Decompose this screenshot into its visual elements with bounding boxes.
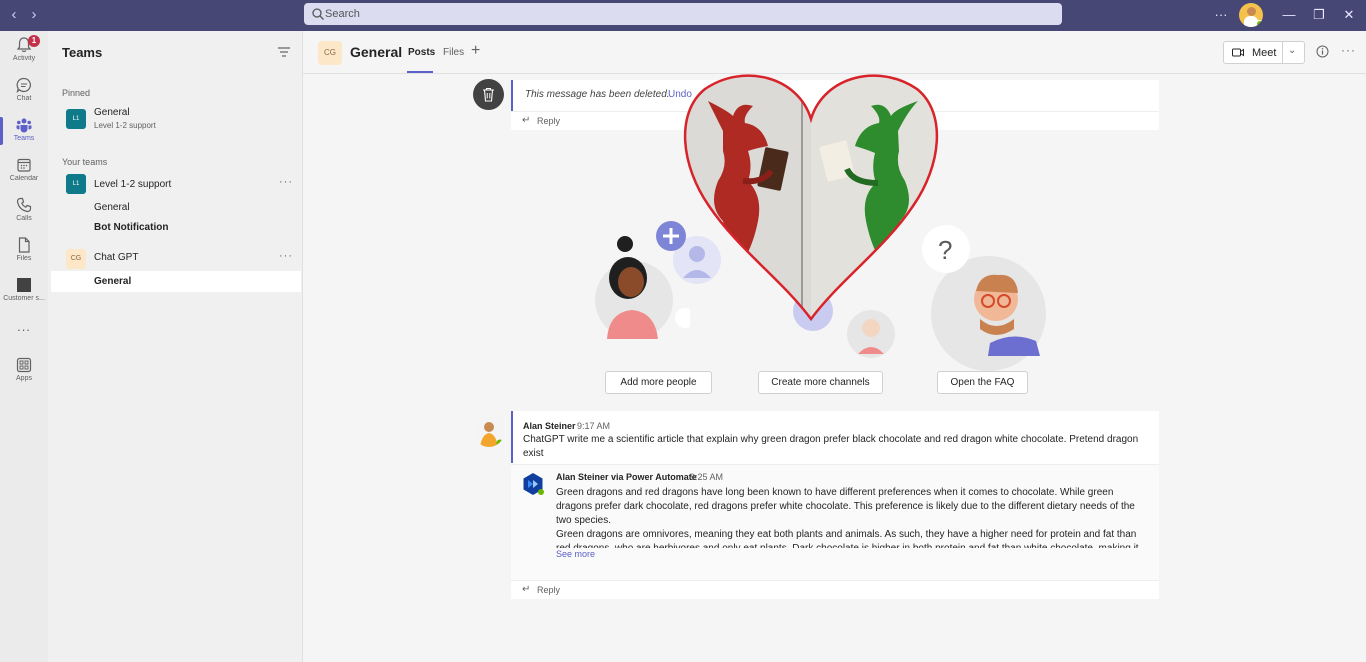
apps-icon [16, 357, 32, 373]
profile-avatar[interactable] [1239, 3, 1263, 27]
rail-label: Customer s... [3, 295, 45, 302]
more-icon: ... [17, 319, 31, 334]
rail-item-files[interactable]: Files [0, 233, 48, 271]
rail-label: Files [16, 255, 32, 262]
post-time: 9:17 AM [577, 421, 611, 431]
restore-button[interactable]: ❐ [1310, 6, 1328, 24]
deleted-message-text: This message has been deleted. [525, 89, 670, 100]
channel-general[interactable]: General [94, 202, 130, 213]
teams-sidebar: Teams Pinned L1 General Level 1-2 suppor… [48, 31, 303, 662]
channel-team-tile: CG [318, 41, 342, 65]
rail-label: Calls [16, 215, 32, 222]
team-tile: L1 [66, 109, 86, 129]
reply-time: 9:25 AM [690, 472, 724, 482]
meet-divider [1282, 42, 1283, 63]
reply-button[interactable]: ↵ Reply [511, 580, 1159, 599]
power-automate-icon [523, 473, 544, 495]
pinned-label: Pinned [62, 88, 91, 98]
tab-files[interactable]: Files [443, 47, 464, 58]
your-teams-label: Your teams [62, 157, 108, 167]
rail-item-customer[interactable]: Customer s... [0, 273, 48, 311]
team-more-button[interactable]: ··· [279, 250, 293, 262]
channel-header: CG General Posts Files + Meet ⌄ ··· [303, 31, 1366, 74]
post-author: Alan Steiner [523, 421, 576, 431]
channel-more-button[interactable]: ··· [1341, 43, 1356, 57]
rail-item-apps[interactable]: Apps [0, 353, 48, 391]
trash-icon [483, 87, 494, 102]
rail-item-calendar[interactable]: Calendar [0, 153, 48, 191]
title-bar: ‹ › Search ··· — ❐ ✕ [0, 0, 1366, 31]
close-button[interactable]: ✕ [1340, 6, 1358, 24]
reply-arrow-icon: ↵ [522, 115, 531, 126]
rail-label: Teams [13, 135, 35, 142]
info-icon[interactable] [1316, 45, 1329, 58]
file-icon [18, 237, 30, 253]
rail-item-chat[interactable]: Chat [0, 73, 48, 111]
phone-icon [16, 197, 32, 213]
channel-general-label: General [94, 276, 132, 287]
dragons-heart-image [683, 74, 939, 321]
team-tile: L1 [66, 174, 86, 194]
reply-thread: Alan Steiner via Power Automate 9:25 AM … [511, 464, 1159, 580]
add-more-people-button[interactable]: Add more people [605, 371, 712, 394]
search-icon [312, 8, 324, 20]
rail-item-teams[interactable]: Teams [0, 113, 48, 151]
app-rail: 1 Activity Chat Teams Calendar Calls Fil… [0, 31, 48, 662]
team-more-button[interactable]: ··· [279, 176, 293, 188]
back-icon[interactable]: ‹ [4, 5, 24, 25]
chevron-down-icon[interactable]: ⌄ [1288, 45, 1296, 56]
channel-general-active[interactable]: General [51, 271, 301, 292]
rail-label: Calendar [9, 175, 39, 182]
tab-posts[interactable]: Posts [408, 47, 435, 58]
team-name-chat-gpt[interactable]: Chat GPT [94, 252, 138, 263]
chat-icon [16, 77, 31, 94]
deleted-message-avatar [473, 79, 504, 110]
search-placeholder: Search [325, 8, 360, 20]
create-more-channels-button[interactable]: Create more channels [758, 371, 883, 394]
reply-paragraph-1: Green dragons and red dragons have long … [556, 487, 1135, 526]
reply-arrow-icon: ↵ [522, 584, 531, 595]
app-icon [17, 278, 31, 292]
filter-icon[interactable] [277, 46, 291, 58]
rail-label: Activity [12, 55, 36, 62]
add-tab-button[interactable]: + [471, 42, 480, 60]
rail-item-calls[interactable]: Calls [0, 193, 48, 231]
team-name-level-support[interactable]: Level 1-2 support [94, 179, 171, 190]
activity-badge: 1 [28, 35, 40, 47]
unread-indicator-bar [511, 411, 513, 463]
search-input[interactable]: Search [304, 3, 1062, 25]
video-camera-icon [1232, 48, 1244, 57]
post-text: ChatGPT write me a scientific article th… [523, 434, 1139, 459]
rail-label: Chat [16, 95, 32, 102]
reply-author: Alan Steiner via Power Automate [556, 472, 697, 482]
rail-item-more[interactable]: ... [0, 317, 48, 355]
rail-item-activity[interactable]: 1 Activity [0, 33, 48, 71]
channel-title: General [350, 44, 403, 60]
teams-icon [16, 118, 32, 133]
see-more-link[interactable]: See more [556, 549, 595, 559]
avatar-head [1247, 7, 1256, 16]
open-faq-button[interactable]: Open the FAQ [937, 371, 1028, 394]
rail-label: Apps [16, 375, 32, 382]
settings-more-button[interactable]: ··· [1212, 6, 1230, 24]
meet-button[interactable]: Meet ⌄ [1223, 41, 1305, 64]
person-avatar-icon [474, 417, 504, 447]
message-post: Alan Steiner 9:17 AM ChatGPT write me a … [511, 411, 1159, 599]
presence-available-icon [1256, 20, 1263, 27]
channel-bot-notification[interactable]: Bot Notification [94, 222, 168, 233]
calendar-icon [17, 158, 31, 172]
reply-label: Reply [537, 116, 561, 126]
pinned-channel-team: Level 1-2 support [94, 121, 156, 130]
pinned-channel-name[interactable]: General [94, 107, 130, 118]
svg-text:?: ? [938, 235, 952, 265]
team-tile: CG [66, 249, 86, 269]
active-tab-indicator [407, 71, 433, 73]
reply-paragraph-2: Green dragons are omnivores, meaning the… [556, 529, 1139, 548]
reply-label: Reply [537, 585, 561, 595]
minimize-button[interactable]: — [1280, 6, 1298, 24]
alan-avatar[interactable] [474, 417, 504, 447]
sidebar-title: Teams [62, 45, 103, 60]
forward-icon[interactable]: › [24, 5, 44, 25]
meet-label: Meet [1252, 47, 1277, 59]
